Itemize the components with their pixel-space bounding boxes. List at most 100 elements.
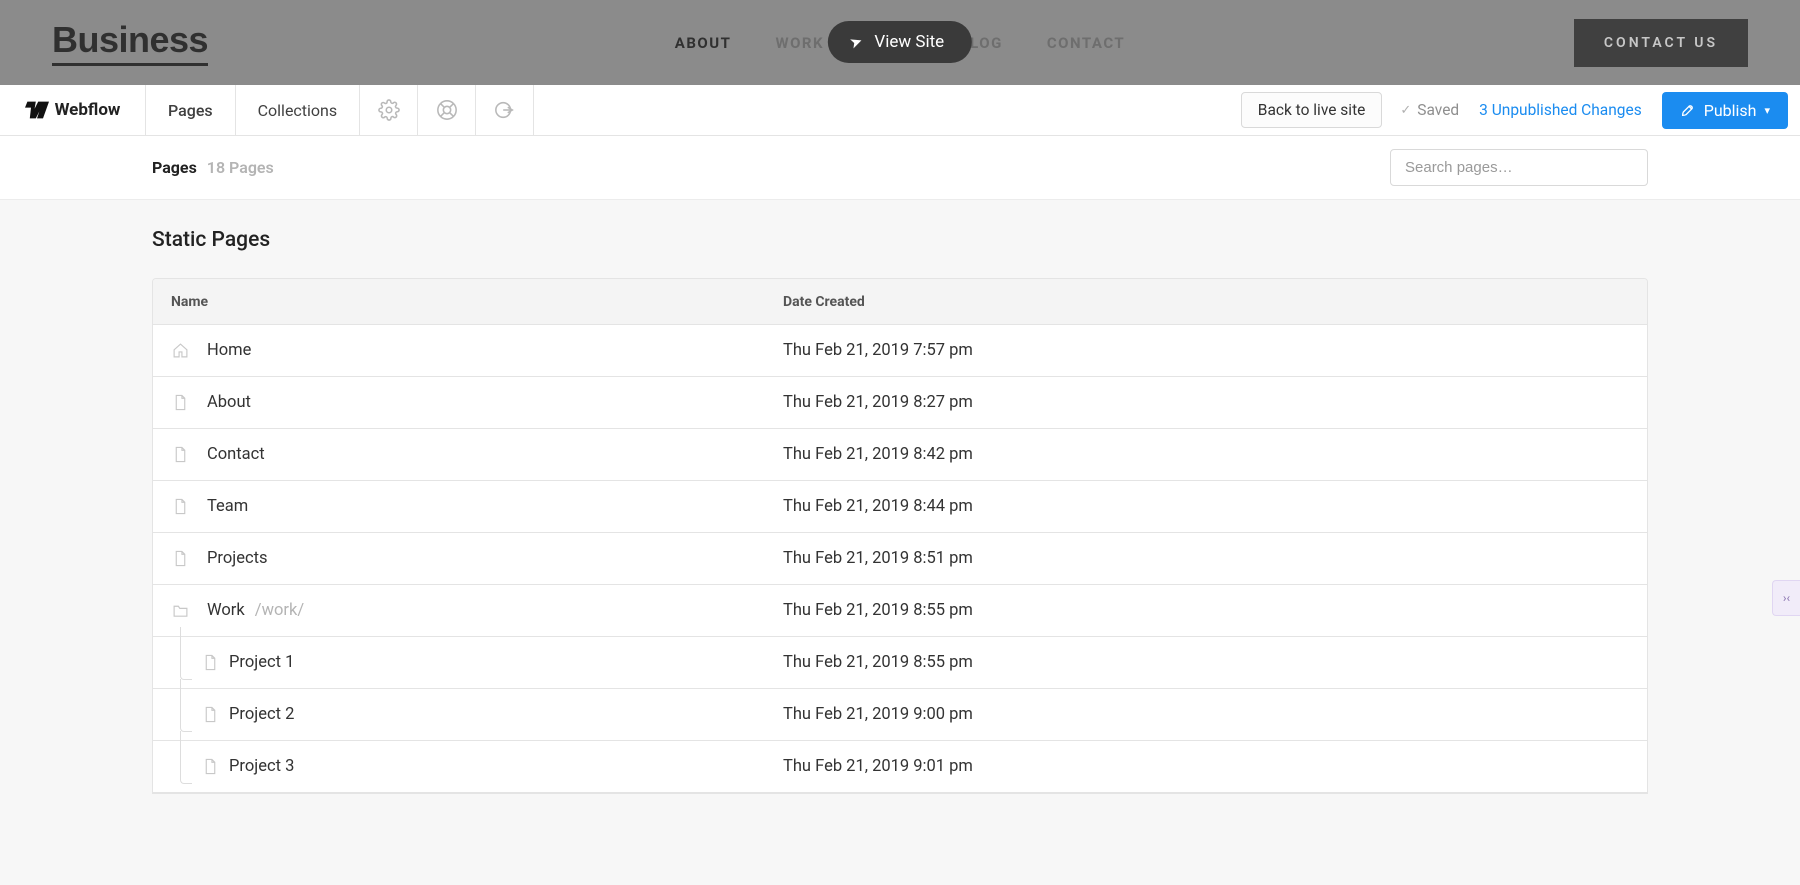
table-row[interactable]: Contact Thu Feb 21, 2019 8:42 pm	[153, 429, 1647, 481]
saved-indicator: ✓ Saved	[1400, 85, 1459, 135]
logout-tab[interactable]	[476, 85, 534, 135]
row-icon-wrap	[153, 602, 207, 619]
table-row[interactable]: Team Thu Feb 21, 2019 8:44 pm	[153, 481, 1647, 533]
row-name: Project 3	[229, 757, 783, 776]
lifebuoy-icon	[436, 99, 458, 121]
site-preview-header: Business ABOUT WORK TEAM BLOG CONTACT CO…	[0, 0, 1800, 85]
settings-tab[interactable]	[360, 85, 418, 135]
table-row[interactable]: Project 2 Thu Feb 21, 2019 9:00 pm	[153, 689, 1647, 741]
tree-connector	[180, 679, 192, 732]
view-site-label: View Site	[874, 32, 944, 52]
page-slug: /work/	[255, 601, 304, 620]
page-name-text: Home	[207, 341, 251, 360]
webflow-logo[interactable]: Webflow	[0, 85, 146, 135]
table-row[interactable]: Work/work/Thu Feb 21, 2019 8:55 pm	[153, 585, 1647, 637]
page-name-text: Project 3	[229, 757, 294, 776]
row-icon-wrap	[153, 654, 229, 671]
table-row[interactable]: About Thu Feb 21, 2019 8:27 pm	[153, 377, 1647, 429]
unpublished-changes-link[interactable]: 3 Unpublished Changes	[1479, 101, 1642, 119]
help-tab[interactable]	[418, 85, 476, 135]
page-name-text: Projects	[207, 549, 268, 568]
row-name: Work/work/	[207, 601, 783, 620]
row-name: About	[207, 393, 783, 412]
page-icon	[172, 550, 189, 567]
tab-pages[interactable]: Pages	[146, 85, 236, 135]
folder-icon	[172, 602, 189, 619]
saved-label: Saved	[1417, 101, 1459, 119]
webflow-mark-icon	[25, 101, 49, 119]
page-name-text: Work	[207, 601, 245, 620]
pages-table: Name Date Created Home Thu Feb 21, 2019 7…	[152, 278, 1648, 794]
table-row[interactable]: Project 1 Thu Feb 21, 2019 8:55 pm	[153, 637, 1647, 689]
help-floating-tab[interactable]: ›‹	[1772, 580, 1800, 616]
search-input[interactable]	[1390, 149, 1648, 186]
row-name: Project 1	[229, 653, 783, 672]
page-icon	[202, 758, 219, 775]
table-row[interactable]: Project 3 Thu Feb 21, 2019 9:01 pm	[153, 741, 1647, 793]
contact-us-button[interactable]: CONTACT US	[1574, 19, 1748, 67]
table-row[interactable]: Projects Thu Feb 21, 2019 8:51 pm	[153, 533, 1647, 585]
nav-work[interactable]: WORK	[775, 34, 824, 52]
row-name: Team	[207, 497, 783, 516]
tab-collections[interactable]: Collections	[236, 85, 361, 135]
pages-count: 18 Pages	[207, 158, 274, 177]
page-name-text: About	[207, 393, 251, 412]
col-header-name: Name	[153, 294, 783, 310]
logout-icon	[494, 99, 516, 121]
row-date: Thu Feb 21, 2019 8:55 pm	[783, 653, 1647, 672]
row-icon-wrap	[153, 342, 207, 359]
row-date: Thu Feb 21, 2019 8:42 pm	[783, 445, 1647, 464]
table-row[interactable]: Home Thu Feb 21, 2019 7:57 pm	[153, 325, 1647, 377]
row-date: Thu Feb 21, 2019 8:27 pm	[783, 393, 1647, 412]
tree-connector	[180, 627, 192, 680]
page-name-text: Contact	[207, 445, 265, 464]
row-icon-wrap	[153, 446, 207, 463]
help-tab-icon: ›‹	[1783, 591, 1790, 605]
back-to-live-button[interactable]: Back to live site	[1241, 92, 1383, 128]
view-site-button[interactable]: ➤ View Site	[828, 21, 972, 63]
nav-contact[interactable]: CONTACT	[1047, 34, 1125, 52]
gear-icon	[378, 99, 400, 121]
rocket-icon	[1680, 102, 1696, 118]
cursor-icon: ➤	[847, 31, 865, 52]
row-name: Contact	[207, 445, 783, 464]
row-date: Thu Feb 21, 2019 8:55 pm	[783, 601, 1647, 620]
nav-about[interactable]: ABOUT	[675, 34, 732, 52]
page-name-text: Team	[207, 497, 248, 516]
main-content: Static Pages Name Date Created Home Thu F…	[0, 200, 1800, 794]
row-icon-wrap	[153, 498, 207, 515]
page-icon	[172, 498, 189, 515]
row-icon-wrap	[153, 706, 229, 723]
page-name-text: Project 2	[229, 705, 294, 724]
row-icon-wrap	[153, 758, 229, 775]
publish-button[interactable]: Publish ▾	[1662, 92, 1788, 129]
row-icon-wrap	[153, 394, 207, 411]
row-name: Home	[207, 341, 783, 360]
row-date: Thu Feb 21, 2019 7:57 pm	[783, 341, 1647, 360]
row-name: Project 2	[229, 705, 783, 724]
page-icon	[172, 394, 189, 411]
table-header: Name Date Created	[153, 279, 1647, 325]
home-icon	[172, 342, 189, 359]
pages-title: Pages	[152, 158, 197, 177]
row-date: Thu Feb 21, 2019 9:01 pm	[783, 757, 1647, 776]
tree-connector	[180, 731, 192, 784]
col-header-date: Date Created	[783, 294, 1647, 310]
webflow-brand-text: Webflow	[55, 100, 121, 120]
pages-sub-header: Pages 18 Pages	[0, 136, 1800, 200]
section-title: Static Pages	[152, 228, 1648, 252]
row-date: Thu Feb 21, 2019 8:44 pm	[783, 497, 1647, 516]
check-icon: ✓	[1400, 103, 1411, 118]
row-name: Projects	[207, 549, 783, 568]
page-icon	[202, 706, 219, 723]
publish-label: Publish	[1704, 101, 1757, 120]
editor-toolbar: Webflow Pages Collections Back to live s…	[0, 85, 1800, 136]
row-icon-wrap	[153, 550, 207, 567]
row-date: Thu Feb 21, 2019 8:51 pm	[783, 549, 1647, 568]
page-name-text: Project 1	[229, 653, 294, 672]
site-logo: Business	[52, 19, 208, 66]
chevron-down-icon: ▾	[1764, 104, 1770, 117]
page-icon	[172, 446, 189, 463]
row-date: Thu Feb 21, 2019 9:00 pm	[783, 705, 1647, 724]
page-icon	[202, 654, 219, 671]
